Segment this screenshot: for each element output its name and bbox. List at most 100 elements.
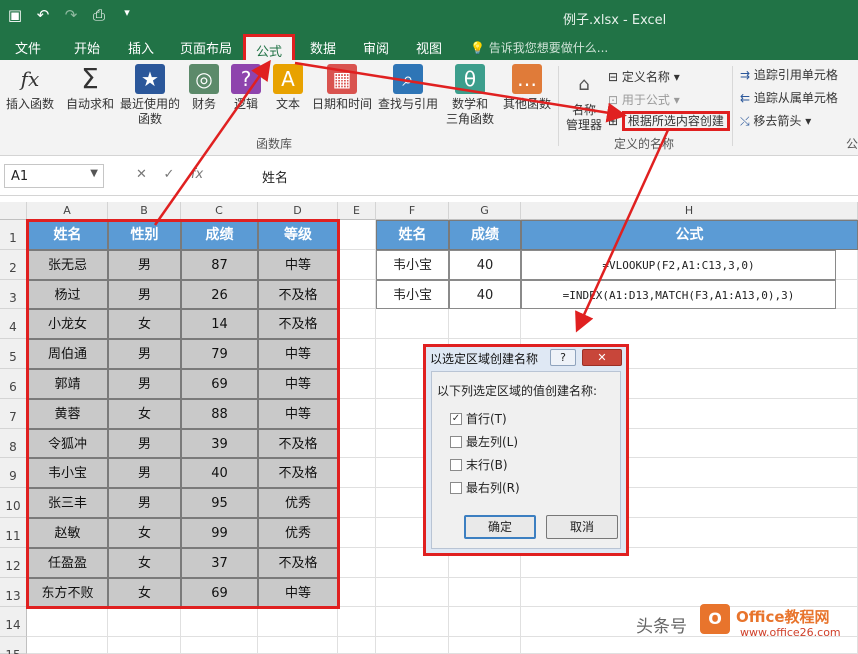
tab-formulas[interactable]: 公式 <box>243 34 296 60</box>
create-from-selection-button[interactable]: ⊞ 根据所选内容创建 <box>608 111 730 131</box>
tab-review[interactable]: 审阅 <box>363 38 389 57</box>
trace-precedents-button[interactable]: ⇉ 追踪引用单元格 <box>740 66 838 83</box>
customize-icon[interactable]: ▾ <box>118 6 136 24</box>
grid-cell[interactable] <box>27 637 108 654</box>
grid-cell[interactable] <box>521 309 858 340</box>
row-header[interactable]: 9 <box>0 458 27 489</box>
grid-cell[interactable] <box>376 309 449 340</box>
name-manager-button[interactable]: ⌂ 名称 管理器 <box>562 70 606 133</box>
column-header[interactable]: B <box>108 202 181 220</box>
grid-cell[interactable] <box>338 607 376 638</box>
row-header[interactable]: 4 <box>0 309 27 340</box>
checkbox-right-column[interactable]: 最右列(R) <box>450 479 520 496</box>
grid-cell[interactable] <box>258 607 338 638</box>
table-cell[interactable]: 韦小宝 <box>376 279 449 310</box>
row-header[interactable]: 7 <box>0 398 27 429</box>
grid-cell[interactable] <box>108 637 181 654</box>
grid-cell[interactable] <box>338 249 376 280</box>
row-header[interactable]: 11 <box>0 518 27 548</box>
grid-cell[interactable] <box>449 309 521 340</box>
select-all-corner[interactable] <box>0 202 27 220</box>
tab-page-layout[interactable]: 页面布局 <box>180 38 232 57</box>
grid-cell[interactable] <box>376 637 449 654</box>
cancel-button[interactable]: 取消 <box>546 515 618 539</box>
math-trig-button[interactable]: θ 数学和 三角函数 <box>442 64 498 127</box>
save-icon[interactable]: ▣ <box>6 6 24 24</box>
row-header[interactable]: 10 <box>0 488 27 518</box>
print-preview-icon[interactable]: ⎙ <box>90 6 108 24</box>
grid-cell[interactable] <box>449 607 521 638</box>
grid-cell[interactable] <box>521 637 858 654</box>
row-header[interactable]: 14 <box>0 607 27 638</box>
row-header[interactable]: 15 <box>0 637 27 654</box>
undo-icon[interactable]: ↶ <box>34 6 52 24</box>
checkbox-top-row[interactable]: ✓ 首行(T) <box>450 410 507 427</box>
grid-cell[interactable] <box>258 637 338 654</box>
tab-view[interactable]: 视图 <box>416 38 442 57</box>
grid-cell[interactable] <box>338 488 376 518</box>
text-button[interactable]: A 文本 <box>270 64 306 112</box>
enter-icon[interactable]: ✓ <box>163 167 174 182</box>
grid-cell[interactable] <box>338 458 376 489</box>
formula-content[interactable]: 姓名 <box>262 167 288 186</box>
recent-functions-button[interactable]: ★ 最近使用的 函数 <box>118 64 182 127</box>
lookup-reference-button[interactable]: ⌕ 查找与引用 <box>376 64 440 112</box>
grid-cell[interactable] <box>338 547 376 578</box>
name-box[interactable]: A1 ▼ <box>4 164 104 188</box>
grid-cell[interactable] <box>108 607 181 638</box>
define-name-button[interactable]: ⊟ 定义名称 ▾ <box>608 68 680 85</box>
row-header[interactable]: 2 <box>0 249 27 280</box>
tab-home[interactable]: 开始 <box>74 38 100 57</box>
grid-cell[interactable] <box>338 577 376 608</box>
grid-cell[interactable] <box>376 607 449 638</box>
row-header[interactable]: 1 <box>0 220 27 250</box>
row-header[interactable]: 3 <box>0 279 27 310</box>
grid-cell[interactable] <box>338 428 376 459</box>
grid-cell[interactable] <box>338 339 376 369</box>
ok-button[interactable]: 确定 <box>464 515 536 539</box>
tab-file[interactable]: 文件 <box>15 38 41 57</box>
formula-cell[interactable]: =VLOOKUP(F2,A1:C13,3,0) <box>521 249 836 280</box>
grid-cell[interactable] <box>338 518 376 548</box>
logical-button[interactable]: ? 逻辑 <box>228 64 264 112</box>
table-cell[interactable]: 40 <box>449 249 521 280</box>
tell-me-box[interactable]: 💡 告诉我您想要做什么... <box>470 39 608 56</box>
grid-cell[interactable] <box>338 309 376 340</box>
remove-arrows-button[interactable]: ⤯ 移去箭头 ▾ <box>740 112 811 129</box>
grid-cell[interactable] <box>376 577 449 608</box>
column-header[interactable]: F <box>376 202 449 220</box>
close-button[interactable]: ✕ <box>582 349 622 366</box>
grid-cell[interactable] <box>449 577 521 608</box>
tab-insert[interactable]: 插入 <box>128 38 154 57</box>
grid-cell[interactable] <box>338 398 376 429</box>
fx-icon[interactable]: fx <box>191 167 203 182</box>
table-cell[interactable]: 40 <box>449 279 521 310</box>
row-header[interactable]: 13 <box>0 577 27 608</box>
column-header[interactable]: H <box>521 202 858 220</box>
more-functions-button[interactable]: … 其他函数 <box>500 64 554 112</box>
cancel-icon[interactable]: ✕ <box>136 167 147 182</box>
grid-cell[interactable] <box>181 637 258 654</box>
grid-cell[interactable] <box>338 637 376 654</box>
autosum-button[interactable]: Σ 自动求和 <box>64 64 116 112</box>
checkbox-bottom-row[interactable]: 末行(B) <box>450 456 508 473</box>
date-time-button[interactable]: ▦ 日期和时间 <box>308 64 376 112</box>
grid-cell[interactable] <box>27 607 108 638</box>
column-header[interactable]: A <box>27 202 108 220</box>
grid-cell[interactable] <box>338 369 376 399</box>
formula-cell[interactable]: =INDEX(A1:D13,MATCH(F3,A1:A13,0),3) <box>521 279 836 310</box>
table-header-cell[interactable]: 成绩 <box>449 220 521 250</box>
row-header[interactable]: 5 <box>0 339 27 369</box>
column-header[interactable]: E <box>338 202 376 220</box>
chevron-down-icon[interactable]: ▼ <box>90 168 98 179</box>
row-header[interactable]: 6 <box>0 369 27 399</box>
table-header-cell[interactable]: 公式 <box>521 220 858 250</box>
use-in-formula-button[interactable]: ⊡ 用于公式 ▾ <box>608 91 680 108</box>
insert-function-button[interactable]: fx 插入函数 <box>4 64 56 112</box>
column-header[interactable]: C <box>181 202 258 220</box>
grid-cell[interactable] <box>181 607 258 638</box>
row-header[interactable]: 12 <box>0 547 27 578</box>
grid-cell[interactable] <box>338 220 376 250</box>
grid-cell[interactable] <box>338 279 376 310</box>
trace-dependents-button[interactable]: ⇇ 追踪从属单元格 <box>740 89 838 106</box>
